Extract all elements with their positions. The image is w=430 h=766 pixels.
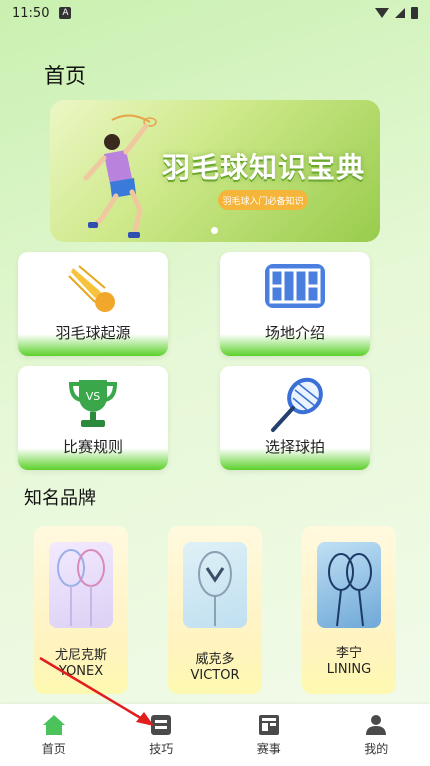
brand-image [183, 542, 247, 628]
card-rules[interactable]: VS 比赛规则 [18, 366, 168, 470]
card-racket[interactable]: 选择球拍 [220, 366, 370, 470]
notification-icon: A [59, 7, 72, 19]
wifi-icon [375, 8, 389, 18]
tab-profile[interactable]: 我的 [336, 714, 416, 757]
brand-name-cn: 威克多 [195, 652, 235, 667]
shuttlecock-icon [68, 265, 115, 312]
status-time: 11:50 [12, 5, 50, 21]
brand-name-en: LINING [326, 662, 372, 677]
profile-icon [365, 714, 387, 736]
card-label: 羽毛球起源 [55, 324, 131, 342]
battery-icon [411, 7, 418, 19]
tab-label: 技巧 [149, 741, 174, 756]
tab-label: 赛事 [256, 741, 281, 756]
brand-image [49, 542, 113, 628]
card-label: 场地介绍 [264, 324, 325, 342]
court-icon [265, 264, 325, 308]
banner-title: 羽毛球知识宝典 [162, 151, 366, 184]
brands-title: 知名品牌 [24, 488, 96, 509]
page-title: 首页 [44, 64, 86, 88]
banner[interactable]: 羽毛球知识宝典 羽毛球入门必备知识 [50, 100, 380, 242]
brand-name-cn: 李宁 [335, 646, 362, 661]
svg-text:VS: VS [86, 390, 101, 403]
status-bar: 11:50 A [0, 0, 430, 26]
card-origin[interactable]: 羽毛球起源 [18, 252, 168, 356]
brand-card-lining[interactable]: 李宁 LINING [302, 526, 396, 694]
card-label: 选择球拍 [264, 438, 325, 456]
racket-icon [271, 377, 323, 432]
brand-card-victor[interactable]: 威克多 VICTOR [168, 526, 262, 694]
trophy-icon: VS [68, 380, 118, 427]
banner-tag: 羽毛球入门必备知识 [218, 190, 308, 210]
events-icon [258, 714, 280, 736]
signal-icon [395, 8, 405, 18]
tab-events[interactable]: 赛事 [229, 714, 309, 757]
tab-label: 我的 [364, 741, 389, 756]
card-label: 比赛规则 [62, 438, 123, 456]
annotation-arrow-icon [39, 656, 154, 726]
tab-label: 首页 [41, 741, 66, 756]
brand-image [317, 542, 381, 628]
status-icons [375, 7, 418, 19]
brand-name-en: VICTOR [190, 668, 240, 683]
card-court[interactable]: 场地介绍 [220, 252, 370, 356]
banner-indicator [211, 227, 218, 234]
